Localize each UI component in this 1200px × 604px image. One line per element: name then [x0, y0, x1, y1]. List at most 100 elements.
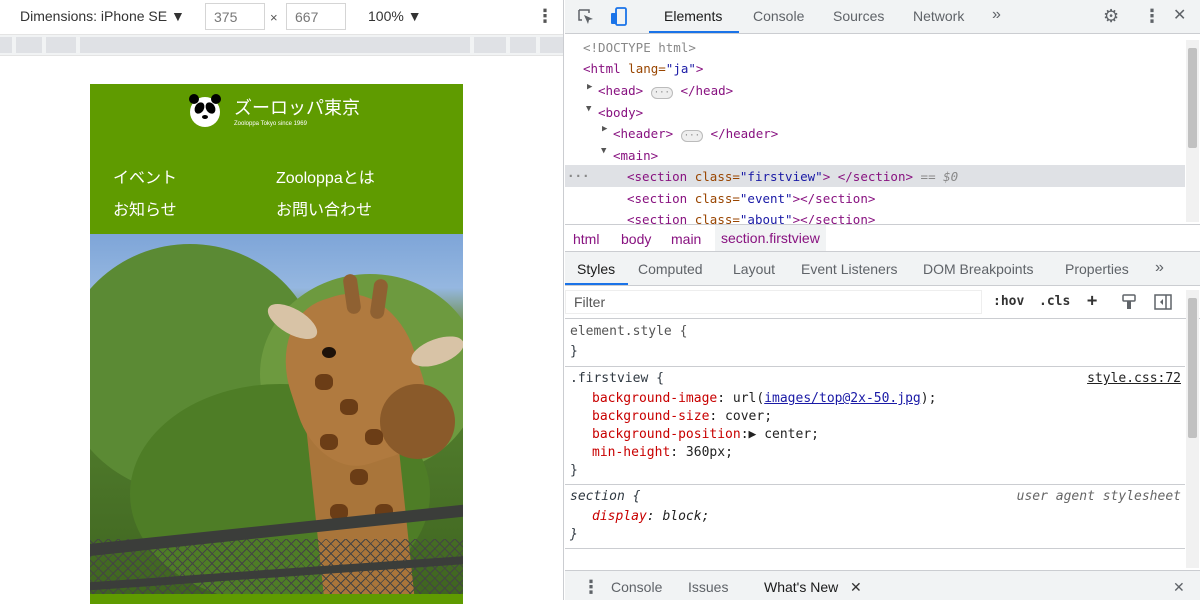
toggle-sidebar-icon[interactable] [1154, 294, 1172, 314]
styles-toolbar: Filter :hov .cls + [565, 286, 1200, 319]
collapse-triangle-icon[interactable]: ▼ [601, 146, 606, 156]
drawer-tabbar: ⋮ Console Issues What's New ✕ ✕ [565, 570, 1200, 600]
drawer-tab-whats-new[interactable]: What's New [764, 579, 838, 595]
rule-close-brace: } [570, 527, 578, 542]
ruler-segment[interactable] [80, 37, 470, 53]
site-tagline: Zooloppa Tokyo since 1969 [234, 120, 307, 127]
breadcrumb-section-firstview[interactable]: section.firstview [715, 225, 826, 251]
breadcrumb: html body main section.firstview [565, 224, 1200, 252]
tab-styles[interactable]: Styles [577, 261, 615, 277]
width-input[interactable]: 375 [205, 3, 265, 30]
more-subtabs-icon[interactable]: » [1155, 259, 1164, 277]
more-tabs-icon[interactable]: » [992, 6, 1001, 24]
tab-console[interactable]: Console [753, 8, 804, 24]
nav-link-news[interactable]: お知らせ [113, 196, 177, 220]
height-input[interactable]: 667 [286, 3, 346, 30]
dom-node-main[interactable]: <main> [613, 148, 658, 163]
phone-screen: ズーロッパ東京 Zooloppa Tokyo since 1969 イベント Z… [90, 84, 463, 604]
drawer-tab-console[interactable]: Console [611, 579, 662, 595]
decl-display[interactable]: display: block; [592, 509, 709, 524]
zoom-select[interactable]: 100% ▼ [368, 8, 422, 24]
rule-section-ua: section { user agent stylesheet display:… [565, 485, 1185, 549]
times-sign: × [270, 10, 278, 25]
dom-node-body[interactable]: <body> [598, 105, 643, 120]
active-subtab-indicator [565, 283, 628, 285]
sidebar-tabs: Styles Computed Layout Event Listeners D… [565, 252, 1200, 286]
rule-close-brace: } [570, 344, 578, 359]
decl-min-height[interactable]: min-height: 360px; [592, 445, 733, 460]
breadcrumb-body[interactable]: body [621, 231, 651, 247]
tab-computed[interactable]: Computed [638, 261, 703, 277]
styles-scrollbar[interactable] [1186, 290, 1199, 568]
styles-pane: element.style { } .firstview { style.css… [565, 319, 1185, 569]
filter-input[interactable]: Filter [565, 290, 982, 314]
dom-node-section-firstview[interactable]: <section class="firstview"> </section> =… [627, 169, 958, 184]
ruler-segment[interactable] [16, 37, 42, 53]
tab-layout[interactable]: Layout [733, 261, 775, 277]
close-tab-icon[interactable]: ✕ [850, 579, 862, 596]
close-drawer-icon[interactable]: ✕ [1173, 579, 1185, 596]
breadcrumb-html[interactable]: html [573, 231, 599, 247]
device-toolbar-icon[interactable] [610, 7, 628, 31]
dom-tree: <!DOCTYPE html> <html lang="ja"> ▶ <head… [565, 34, 1185, 224]
dom-doctype[interactable]: <!DOCTYPE html> [583, 40, 696, 55]
breadcrumb-main[interactable]: main [671, 231, 701, 247]
devtools-panel: Elements Console Sources Network » ⚙ ⋮ ✕… [565, 0, 1200, 600]
ruler-segment[interactable] [46, 37, 76, 53]
new-style-rule-icon[interactable]: + [1087, 291, 1097, 311]
nav-link-contact[interactable]: お問い合わせ [276, 196, 372, 220]
rule-close-brace: } [570, 463, 578, 478]
dom-node-head[interactable]: <head> ··· </head> [598, 83, 733, 99]
nav-link-event[interactable]: イベント [113, 164, 177, 188]
class-toggle[interactable]: .cls [1039, 294, 1070, 309]
hover-state-toggle[interactable]: :hov [993, 294, 1024, 309]
site-logo[interactable]: ズーロッパ東京 Zooloppa Tokyo since 1969 [189, 94, 360, 127]
ruler-segment[interactable] [540, 37, 563, 53]
settings-gear-icon[interactable]: ⚙ [1103, 7, 1119, 25]
expand-triangle-icon[interactable]: ▶ [587, 82, 592, 92]
dom-node-html[interactable]: <html lang="ja"> [583, 61, 703, 76]
decl-background-position[interactable]: background-position:▶ center; [592, 427, 819, 442]
expand-triangle-icon[interactable]: ▶ [602, 124, 607, 134]
collapse-triangle-icon[interactable]: ▼ [586, 104, 591, 114]
styles-scroll-thumb[interactable] [1188, 298, 1197, 438]
panda-icon [189, 94, 221, 127]
paint-brush-icon[interactable] [1121, 294, 1137, 314]
dom-scrollbar[interactable] [1186, 40, 1199, 222]
tab-sources[interactable]: Sources [833, 8, 884, 24]
firstview-hero-image [90, 234, 463, 594]
ruler-segment[interactable] [510, 37, 536, 53]
tab-properties[interactable]: Properties [1065, 261, 1129, 277]
element-style-selector[interactable]: element.style { [570, 324, 687, 339]
style-source-link[interactable]: style.css:72 [1087, 371, 1181, 386]
ruler-segment[interactable] [474, 37, 506, 53]
tab-elements[interactable]: Elements [664, 8, 722, 24]
more-options-icon[interactable]: ⋮ [536, 7, 554, 25]
section-selector[interactable]: section { [570, 489, 640, 504]
rule-element-style: element.style { } [565, 319, 1185, 367]
row-actions-icon[interactable]: ··· [567, 168, 590, 183]
device-select[interactable]: Dimensions: iPhone SE ▼ [20, 8, 185, 24]
tab-event-listeners[interactable]: Event Listeners [801, 261, 898, 277]
firstview-selector[interactable]: .firstview { [570, 371, 664, 386]
device-toolbar: Dimensions: iPhone SE ▼ 375 × 667 100% ▼… [0, 0, 563, 34]
ruler-segment[interactable] [0, 37, 12, 53]
tab-network[interactable]: Network [913, 8, 964, 24]
dom-node-section-about[interactable]: <section class="about"></section> [627, 212, 875, 224]
nav-link-about[interactable]: Zooloppaとは [276, 164, 375, 188]
media-query-ruler[interactable] [0, 34, 563, 56]
decl-background-size[interactable]: background-size: cover; [592, 409, 772, 424]
site-next-section [90, 594, 463, 604]
customize-menu-icon[interactable]: ⋮ [1143, 7, 1161, 25]
dom-node-section-event[interactable]: <section class="event"></section> [627, 191, 875, 206]
device-viewport-pane: Dimensions: iPhone SE ▼ 375 × 667 100% ▼… [0, 0, 564, 604]
tab-dom-breakpoints[interactable]: DOM Breakpoints [923, 261, 1033, 277]
dom-node-header[interactable]: <header> ··· </header> [613, 126, 778, 142]
dom-scroll-thumb[interactable] [1188, 48, 1197, 148]
close-devtools-icon[interactable]: ✕ [1173, 8, 1186, 24]
inspect-element-icon[interactable] [577, 8, 595, 30]
site-name: ズーロッパ東京 [234, 97, 360, 118]
drawer-menu-icon[interactable]: ⋮ [582, 577, 600, 598]
decl-background-image[interactable]: background-image: url(images/top@2x-50.j… [592, 391, 936, 406]
drawer-tab-issues[interactable]: Issues [688, 579, 728, 595]
